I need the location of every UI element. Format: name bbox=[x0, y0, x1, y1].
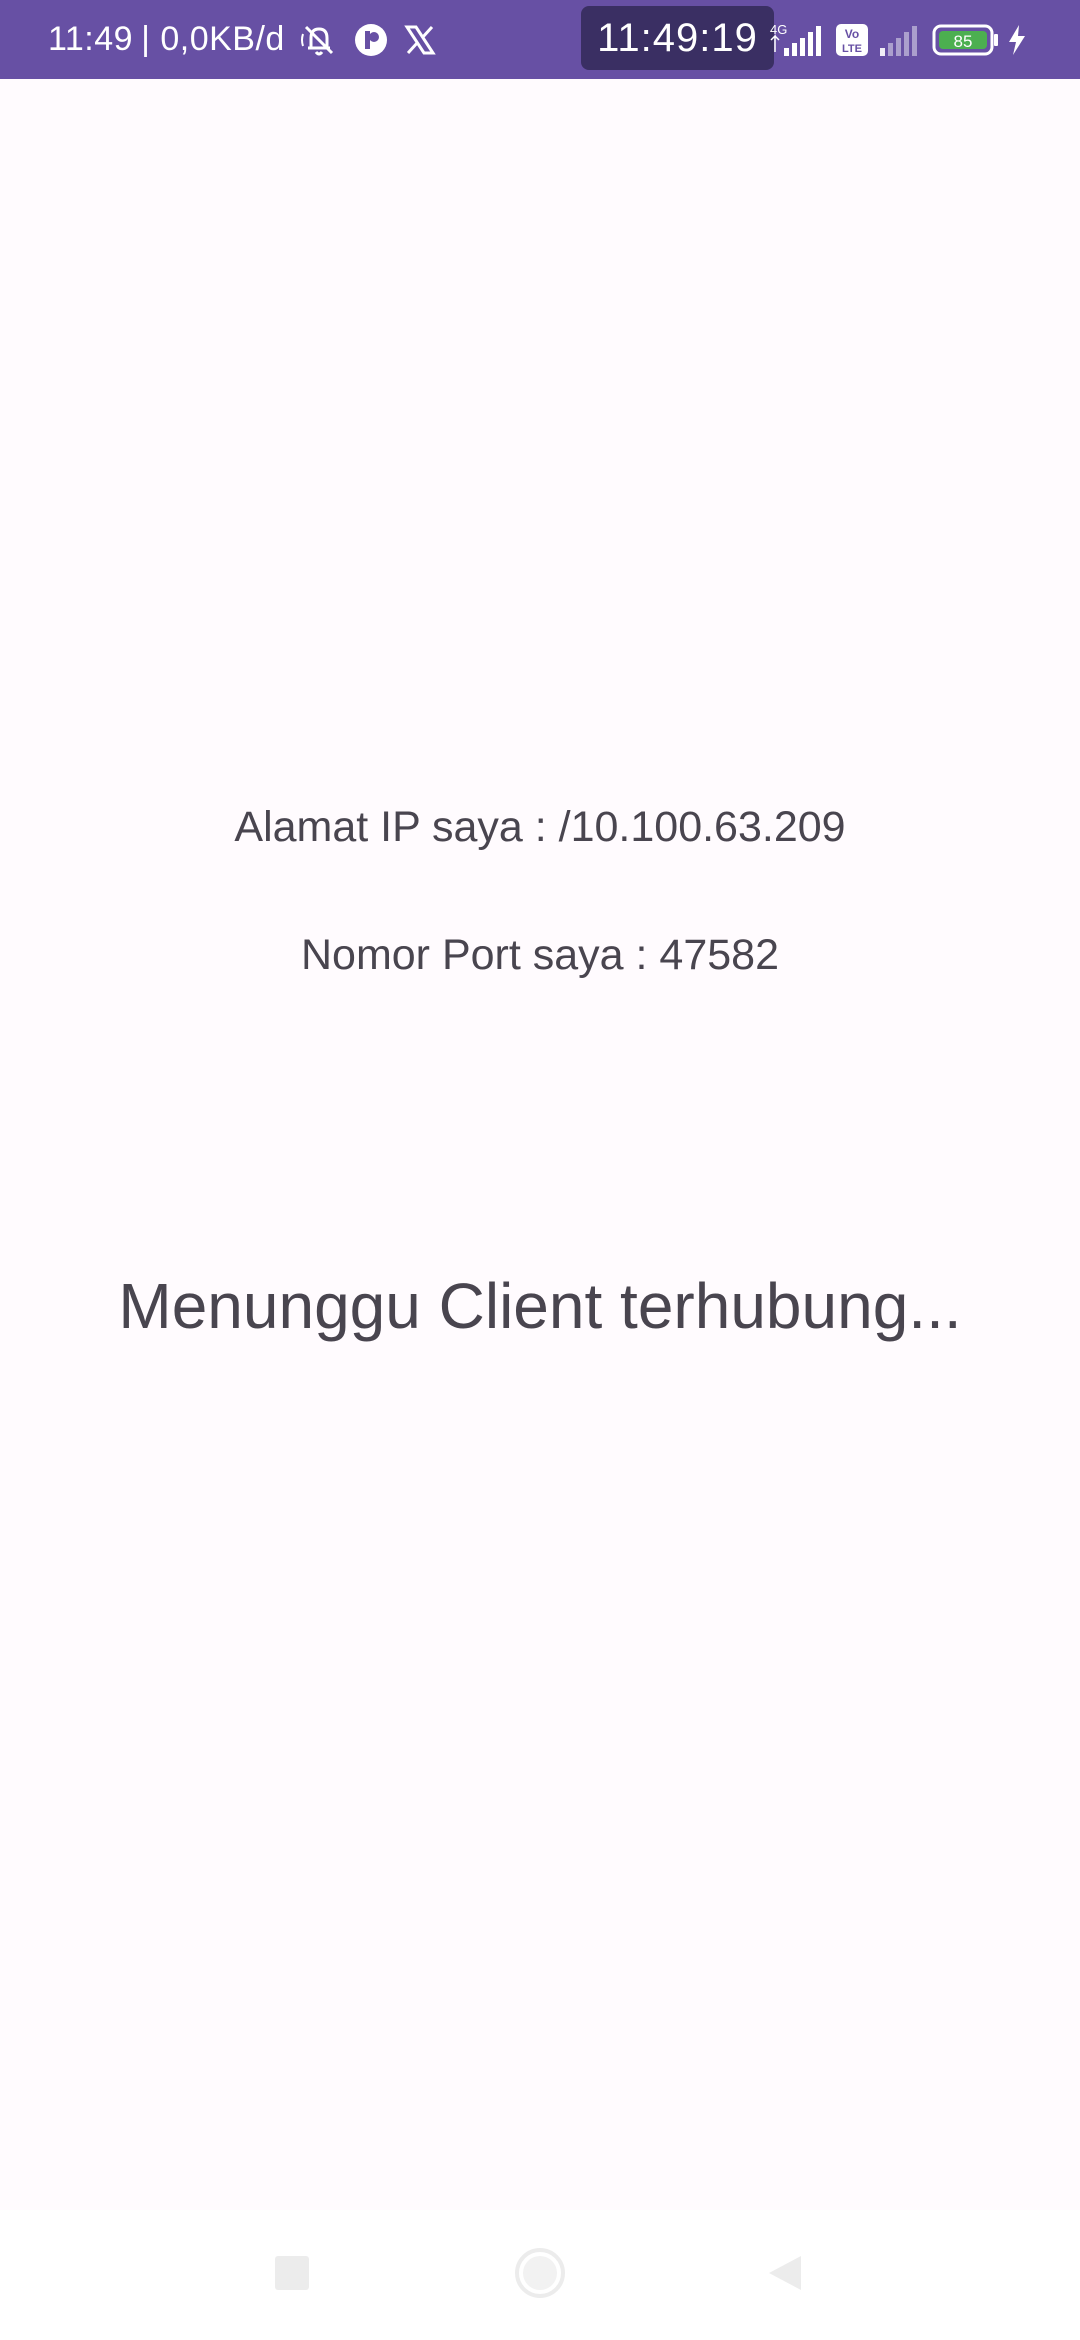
signal-weak-icon bbox=[876, 18, 926, 62]
navigation-bar bbox=[0, 2210, 1080, 2340]
waiting-status-text: Menunggu Client terhubung... bbox=[118, 1270, 962, 1342]
signal-icon: 4G bbox=[768, 18, 828, 62]
recents-square-icon bbox=[274, 2255, 310, 2296]
back-button[interactable] bbox=[725, 2210, 845, 2340]
battery-icon: 85 bbox=[932, 22, 1000, 58]
main-content: Alamat IP saya : /10.100.63.209 Nomor Po… bbox=[0, 79, 1080, 2209]
port-number-text: Nomor Port saya : 47582 bbox=[300, 931, 780, 979]
charging-icon bbox=[1006, 23, 1028, 57]
clock-overlay: 11:49:19 bbox=[581, 6, 774, 70]
muted-bell-icon bbox=[299, 20, 339, 60]
back-triangle-icon bbox=[765, 2253, 805, 2298]
data-speed: | 0,0KB/d bbox=[141, 20, 285, 58]
app-notification-icon bbox=[353, 22, 389, 58]
status-bar-left: 11:49 | 0,0KB/d bbox=[48, 0, 437, 79]
status-time: 11:49 bbox=[48, 20, 134, 58]
home-circle-icon bbox=[514, 2247, 566, 2304]
status-bar: 11:49 | 0,0KB/d 11:49:19 4G Vo LTE 85 bbox=[0, 0, 1080, 79]
recents-button[interactable] bbox=[232, 2210, 352, 2340]
x-app-icon bbox=[403, 23, 437, 57]
home-button[interactable] bbox=[480, 2210, 600, 2340]
network-type: 4G bbox=[770, 22, 787, 37]
volte-label-bottom: LTE bbox=[842, 43, 862, 55]
battery-level: 85 bbox=[954, 32, 973, 51]
volte-label-top: Vo bbox=[845, 27, 859, 41]
volte-icon: Vo LTE bbox=[834, 22, 870, 58]
status-bar-right: 4G Vo LTE 85 bbox=[762, 0, 1028, 79]
ip-address-text: Alamat IP saya : /10.100.63.209 bbox=[234, 803, 846, 851]
